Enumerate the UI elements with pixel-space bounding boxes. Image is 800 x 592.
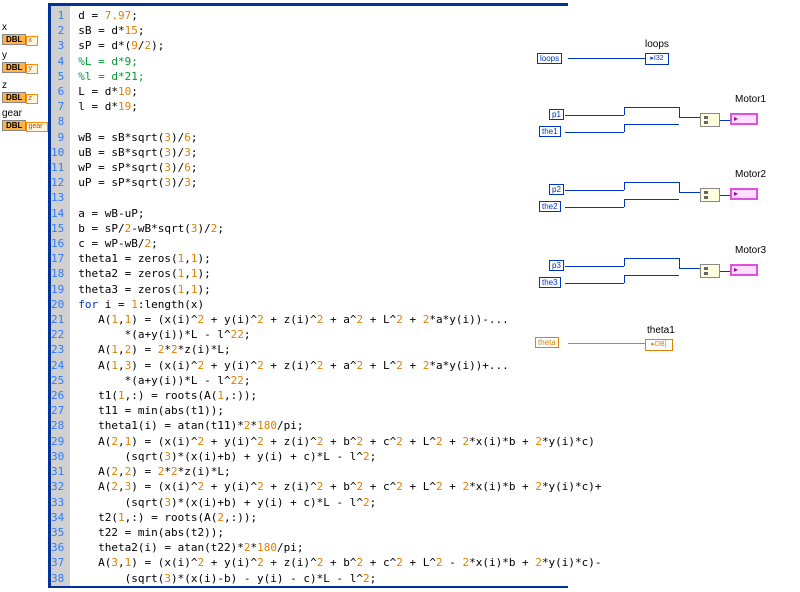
- bundle-node: [700, 188, 720, 202]
- tunnel-p3: p3: [549, 260, 564, 271]
- wire: [720, 120, 730, 121]
- tunnel-p1: p1: [549, 109, 564, 120]
- loops-indicator: [645, 53, 669, 65]
- wire: [565, 115, 624, 116]
- wire: [565, 283, 624, 284]
- code-text[interactable]: d = 7.97;sB = d*15;sP = d*(9/2);%L = d*9…: [70, 6, 601, 586]
- wire: [679, 258, 680, 268]
- theta1-indicator: [645, 339, 673, 351]
- wire: [624, 124, 625, 132]
- wire: [679, 268, 700, 269]
- dbl-icon: DBL: [2, 92, 26, 103]
- label-motor2: Motor2: [735, 169, 766, 180]
- wire: [720, 271, 730, 272]
- line-gutter: 1234567891011121314151617181920212223242…: [51, 6, 70, 586]
- motor3-indicator: [730, 264, 758, 276]
- tunnel-loops: loops: [537, 53, 562, 64]
- label-motor1: Motor1: [735, 94, 766, 105]
- pin-x: x: [26, 36, 38, 46]
- wire: [565, 266, 624, 267]
- label-y: y: [2, 50, 38, 61]
- wire: [624, 107, 679, 108]
- wire: [565, 190, 624, 191]
- wire: [565, 207, 624, 208]
- motor1-indicator: [730, 113, 758, 125]
- wire: [624, 182, 679, 183]
- tunnel-theta: theta: [535, 337, 559, 348]
- input-z: z DBLz: [2, 80, 38, 104]
- wire: [624, 107, 625, 115]
- tunnel-the3: the3: [539, 277, 561, 288]
- wire: [624, 199, 679, 200]
- wire: [624, 199, 625, 207]
- wire: [624, 124, 679, 125]
- label-theta1-out: theta1: [647, 325, 675, 336]
- tunnel-the1: the1: [539, 126, 561, 137]
- wire: [624, 258, 679, 259]
- wire: [565, 132, 624, 133]
- wire: [624, 258, 625, 266]
- code-area: 1234567891011121314151617181920212223242…: [51, 6, 565, 586]
- pin-gear: gear: [26, 122, 48, 132]
- wire: [720, 195, 730, 196]
- dbl-icon: DBL: [2, 62, 26, 73]
- input-gear: gear DBLgear: [2, 108, 48, 132]
- input-x: x DBLx: [2, 22, 38, 46]
- wire: [568, 58, 645, 59]
- wire: [568, 343, 645, 344]
- input-y: y DBLy: [2, 50, 38, 74]
- wire: [679, 182, 680, 192]
- motor2-indicator: [730, 188, 758, 200]
- label-x: x: [2, 22, 38, 33]
- wire: [679, 117, 700, 118]
- label-z: z: [2, 80, 38, 91]
- tunnel-p2: p2: [549, 184, 564, 195]
- mathscript-node[interactable]: 1234567891011121314151617181920212223242…: [48, 3, 568, 588]
- label-motor3: Motor3: [735, 245, 766, 256]
- dbl-icon: DBL: [2, 34, 26, 45]
- wire: [679, 192, 700, 193]
- bundle-node: [700, 113, 720, 127]
- wire: [624, 275, 625, 283]
- wire: [624, 182, 625, 190]
- tunnel-the2: the2: [539, 201, 561, 212]
- wire: [624, 275, 679, 276]
- dbl-icon: DBL: [2, 120, 26, 131]
- pin-y: y: [26, 64, 38, 74]
- pin-z: z: [26, 94, 38, 104]
- label-gear: gear: [2, 108, 48, 119]
- label-loops-out: loops: [645, 39, 669, 50]
- wire: [679, 107, 680, 117]
- bundle-node: [700, 264, 720, 278]
